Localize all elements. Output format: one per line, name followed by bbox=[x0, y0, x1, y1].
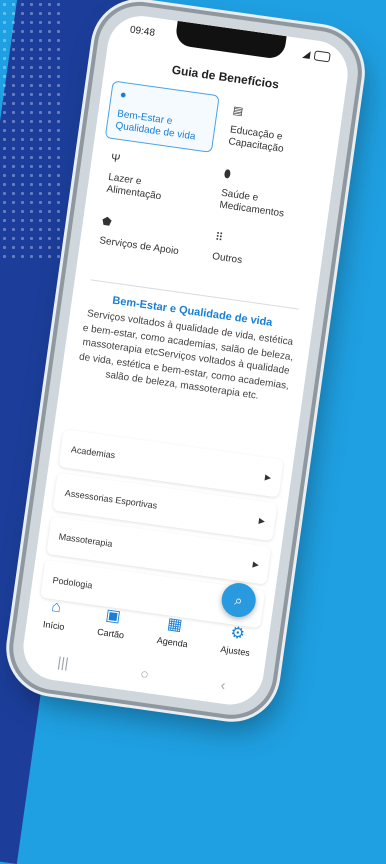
category-outros[interactable]: ⠿ Outros bbox=[200, 223, 315, 295]
nav-label: Ajustes bbox=[219, 644, 251, 659]
back-icon[interactable]: ‹ bbox=[220, 676, 227, 692]
phone-frame: 09:48 ◢ Guia de Benefícios ● Bem-Estar e… bbox=[7, 0, 364, 721]
battery-icon bbox=[313, 50, 331, 63]
nav-cartao[interactable]: ▣ Cartão bbox=[96, 604, 128, 641]
category-description: Bem-Estar e Qualidade de vida Serviços v… bbox=[75, 291, 299, 408]
recent-apps-icon[interactable]: ||| bbox=[57, 654, 70, 671]
app-screen: 09:48 ◢ Guia de Benefícios ● Bem-Estar e… bbox=[19, 11, 353, 709]
status-time: 09:48 bbox=[129, 23, 156, 39]
gear-icon: ⚙ bbox=[229, 624, 246, 644]
list-item-label: Academias bbox=[70, 444, 116, 461]
chevron-right-icon: ▶ bbox=[264, 472, 272, 482]
category-grid: ● Bem-Estar e Qualidade de vida ▤ Educaç… bbox=[87, 80, 333, 295]
nav-agenda[interactable]: ▦ Agenda bbox=[156, 612, 191, 649]
category-saude[interactable]: ⬮ Saúde e Medicamentos bbox=[209, 160, 324, 232]
category-label: Lazer e Alimentação bbox=[105, 171, 162, 203]
category-label: Saúde e Medicamentos bbox=[218, 187, 285, 220]
category-educacao[interactable]: ▤ Educação e Capacitação bbox=[218, 96, 333, 168]
nav-label: Agenda bbox=[156, 635, 189, 650]
home-circle-icon[interactable]: ○ bbox=[139, 665, 150, 682]
category-label: Bem-Estar e Qualidade de vida bbox=[114, 108, 197, 143]
phone-mockup: 09:48 ◢ Guia de Benefícios ● Bem-Estar e… bbox=[0, 0, 386, 742]
category-label: Outros bbox=[211, 250, 243, 266]
search-icon: ⌕ bbox=[233, 591, 244, 609]
chevron-right-icon: ▶ bbox=[252, 559, 260, 569]
list-item-label: Massoterapia bbox=[58, 531, 114, 549]
nav-label: Cartão bbox=[96, 626, 125, 641]
camera-notch bbox=[174, 20, 287, 61]
list-item-label: Assessorias Esportivas bbox=[64, 487, 158, 511]
card-icon: ▣ bbox=[104, 606, 122, 626]
nav-inicio[interactable]: ⌂ Início bbox=[42, 596, 68, 632]
nav-ajustes[interactable]: ⚙ Ajustes bbox=[220, 621, 254, 658]
calendar-icon: ▦ bbox=[166, 615, 184, 635]
signal-icon: ◢ bbox=[301, 48, 312, 61]
category-label: Educação e Capacitação bbox=[227, 124, 285, 156]
category-servicos[interactable]: ⬟ Serviços de Apoio bbox=[87, 207, 202, 279]
home-icon: ⌂ bbox=[50, 598, 63, 617]
category-bem-estar[interactable]: ● Bem-Estar e Qualidade de vida bbox=[104, 80, 220, 153]
category-lazer[interactable]: Ψ Lazer e Alimentação bbox=[96, 144, 211, 216]
list-item-label: Podologia bbox=[52, 575, 94, 591]
nav-label: Início bbox=[42, 619, 66, 633]
chevron-right-icon: ▶ bbox=[258, 515, 266, 526]
